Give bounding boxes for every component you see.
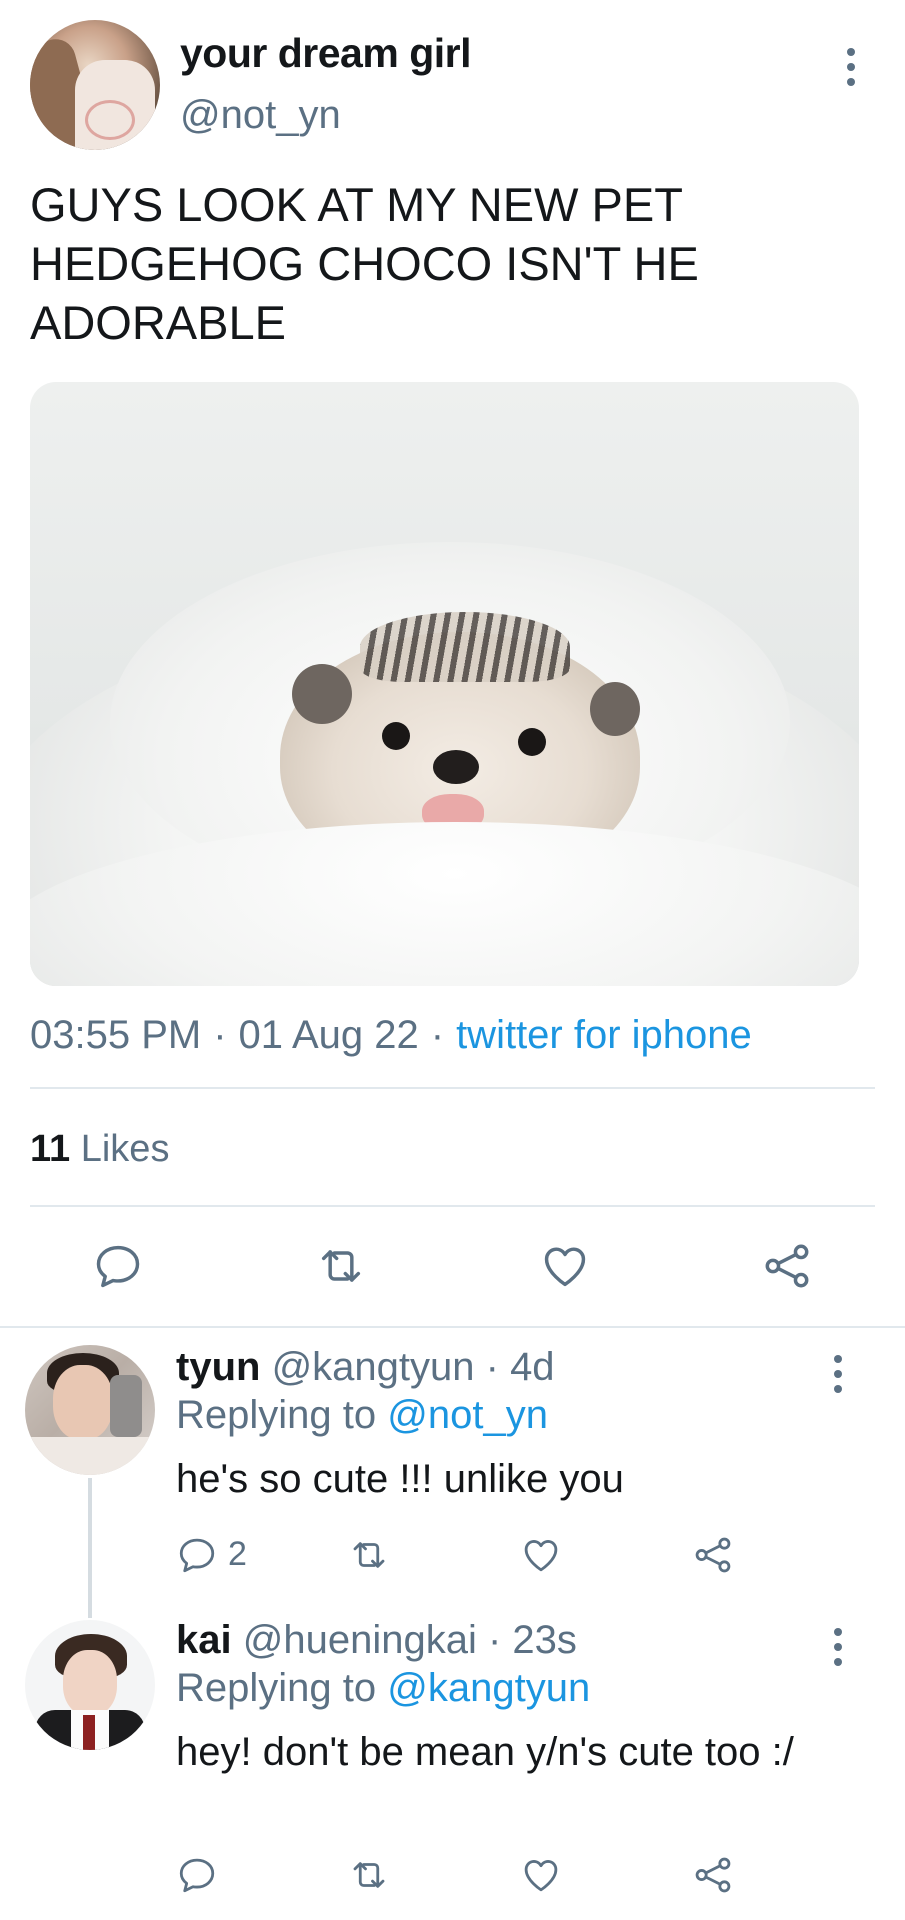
tweet-date: 01 Aug 22	[238, 1013, 419, 1057]
like-icon[interactable]	[539, 1240, 591, 1292]
reply-avatar-tyun[interactable]	[25, 1345, 155, 1475]
more-options-icon[interactable]	[830, 1355, 846, 1393]
reply-author-handle[interactable]: @hueningkai	[243, 1618, 477, 1662]
more-options-icon[interactable]	[843, 48, 859, 86]
tweet-image-hedgehog[interactable]	[30, 382, 859, 986]
reply-text: hey! don't be mean y/n's cute too :/	[176, 1730, 794, 1774]
reply-author-name[interactable]: tyun	[176, 1345, 260, 1389]
reply-header[interactable]: tyun @kangtyun · 4d	[176, 1345, 555, 1390]
replying-to-line: Replying to @not_yn	[176, 1393, 548, 1438]
reply-avatar-kai[interactable]	[25, 1620, 155, 1750]
share-icon[interactable]	[692, 1534, 734, 1576]
thread-connector	[88, 1478, 92, 1618]
retweet-icon[interactable]	[315, 1240, 367, 1292]
tweet-time: 03:55 PM	[30, 1013, 202, 1057]
reply-icon[interactable]	[92, 1240, 144, 1292]
reply-header[interactable]: kai @hueningkai · 23s	[176, 1618, 577, 1663]
like-icon[interactable]	[520, 1854, 562, 1896]
reply-author-name[interactable]: kai	[176, 1618, 232, 1662]
tweet-text: GUYS LOOK AT MY NEW PET HEDGEHOG CHOCO I…	[30, 178, 699, 349]
replying-to-label: Replying to	[176, 1666, 377, 1710]
like-icon[interactable]	[520, 1534, 562, 1576]
reply-text: he's so cute !!! unlike you	[176, 1457, 624, 1501]
author-handle[interactable]: @not_yn	[180, 93, 341, 138]
share-icon[interactable]	[761, 1240, 813, 1292]
reply-age: 23s	[512, 1618, 577, 1662]
replying-to-label: Replying to	[176, 1393, 377, 1437]
retweet-icon[interactable]	[348, 1854, 390, 1896]
retweet-icon[interactable]	[348, 1534, 390, 1576]
divider	[0, 1326, 905, 1328]
reply-icon[interactable]	[176, 1854, 218, 1896]
tweet-source-link[interactable]: twitter for iphone	[456, 1013, 752, 1057]
likes-count: 11	[30, 1128, 71, 1170]
more-options-icon[interactable]	[830, 1628, 846, 1666]
divider	[30, 1087, 875, 1089]
reply-author-handle[interactable]: @kangtyun	[272, 1345, 475, 1389]
likes-label: Likes	[80, 1128, 170, 1170]
replying-to-handle-link[interactable]: @kangtyun	[387, 1666, 590, 1710]
share-icon[interactable]	[692, 1854, 734, 1896]
likes-stat[interactable]: 11 Likes	[30, 1128, 169, 1171]
reply-count: 2	[228, 1535, 247, 1573]
replying-to-line: Replying to @kangtyun	[176, 1666, 590, 1711]
author-avatar[interactable]	[30, 20, 160, 150]
reply-icon[interactable]	[176, 1534, 218, 1576]
divider	[30, 1205, 875, 1207]
reply-age: 4d	[510, 1345, 555, 1389]
replying-to-handle-link[interactable]: @not_yn	[387, 1393, 548, 1437]
author-display-name[interactable]: your dream girl	[180, 30, 471, 77]
tweet-metadata: 03:55 PM · 01 Aug 22 · twitter for iphone	[30, 1013, 752, 1057]
